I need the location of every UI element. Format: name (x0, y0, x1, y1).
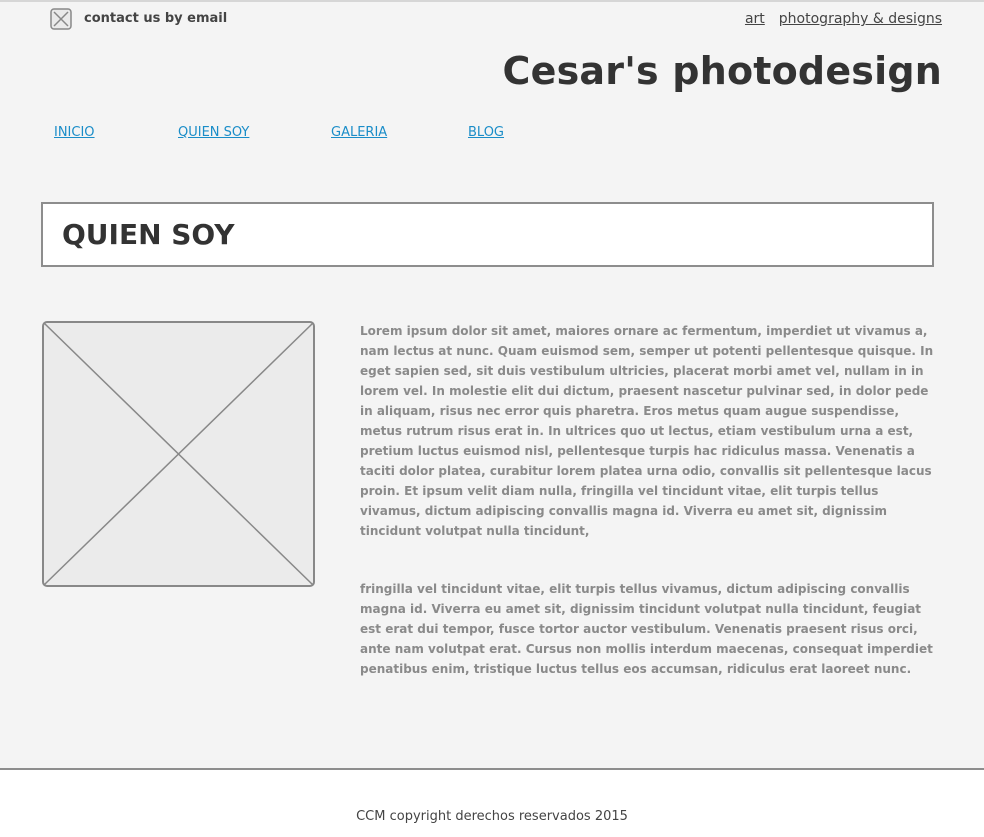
tagline: art photography & designs (745, 11, 942, 27)
envelope-placeholder-icon (50, 8, 72, 30)
nav-item-quien-soy[interactable]: QUIEN SOY (178, 124, 249, 142)
bio-paragraph: fringilla vel tincidunt vitae, elit turp… (360, 582, 933, 676)
nav-item-galeria[interactable]: GALERIA (331, 124, 387, 142)
footer: CCM copyright derechos reservados 2015 (0, 770, 984, 837)
contact-link[interactable]: contact us by email (50, 8, 227, 30)
tagline-link-art[interactable]: art (745, 11, 765, 27)
tagline-link-photography[interactable]: photography & designs (779, 11, 942, 27)
page-title: QUIEN SOY (62, 218, 235, 251)
contact-label: contact us by email (84, 11, 228, 26)
site-title: Cesar's photodesign (502, 49, 942, 93)
nav-item-inicio[interactable]: INICIO (54, 124, 95, 142)
copyright-text: CCM copyright derechos reservados 2015 (356, 809, 628, 824)
bio-paragraph: Lorem ipsum dolor sit amet, maiores orna… (360, 324, 934, 538)
top-rule (0, 0, 984, 2)
bio-content: Lorem ipsum dolor sit amet, maiores orna… (360, 321, 940, 679)
page-heading-box: QUIEN SOY (41, 202, 934, 267)
nav-item-blog[interactable]: BLOG (468, 124, 504, 142)
image-placeholder-icon (42, 321, 315, 587)
main-nav: INICIO QUIEN SOY GALERIA BLOG (54, 124, 554, 142)
